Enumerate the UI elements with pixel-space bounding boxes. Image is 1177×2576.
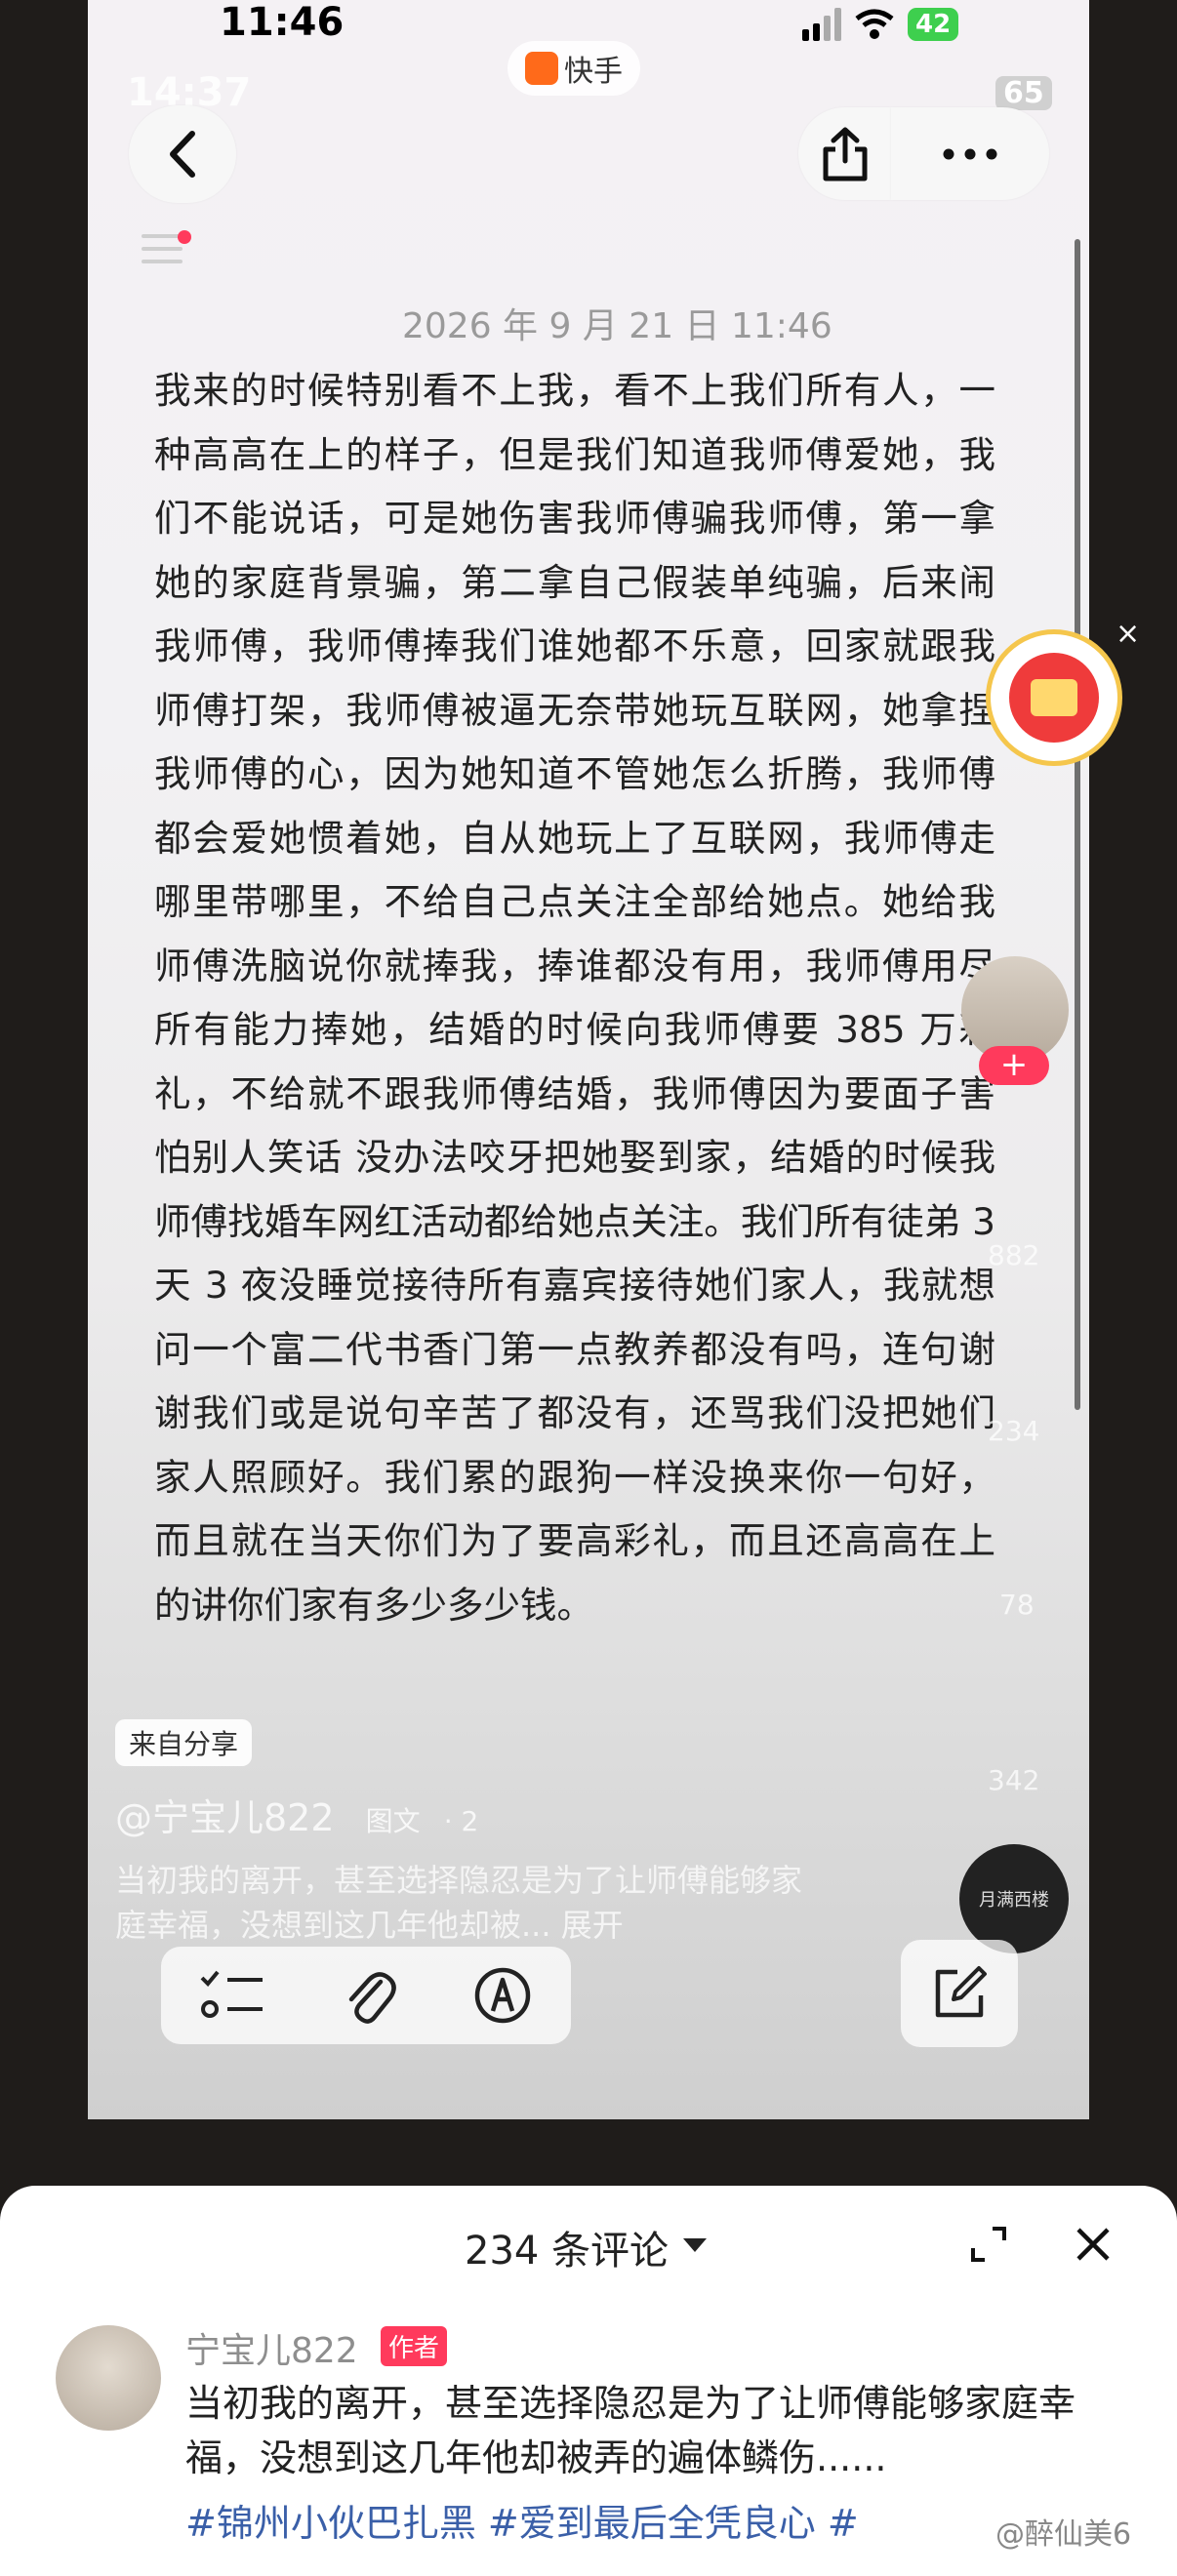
scrollbar[interactable]	[1075, 239, 1080, 1410]
share-count: 342	[988, 1764, 1040, 1796]
overlay-author-name: @宁宝儿822	[115, 1796, 335, 1839]
comment-count-side: 234	[988, 1415, 1040, 1447]
follow-button[interactable]: +	[979, 1046, 1049, 1085]
signal-icon	[802, 8, 841, 41]
comment-text: 当初我的离开，甚至选择隐忍是为了让师傅能够家庭幸福，没想到这几年他却被弄的遍体鳞…	[185, 2382, 1076, 2479]
share-button[interactable]	[798, 107, 891, 200]
kuaishou-mark-icon	[525, 52, 558, 85]
ghost-battery: 65	[995, 76, 1052, 110]
expand-icon[interactable]	[969, 2225, 1008, 2264]
source-tag: 来自分享	[115, 1719, 253, 1766]
share-icon	[823, 127, 867, 181]
post-type: 图文	[365, 1805, 421, 1837]
kuaishou-logo: 快手	[507, 41, 640, 96]
comment-sheet: 234 条评论 宁宝儿822 作者 当初我的离开，甚至选择隐忍是为了让师傅能够家…	[0, 2186, 1177, 2576]
chevron-left-icon	[170, 131, 195, 178]
red-packet-icon	[1009, 653, 1099, 743]
author-badge: 作者	[381, 2326, 448, 2366]
more-button[interactable]	[891, 107, 1049, 200]
markup-pen-icon[interactable]	[473, 1966, 532, 2025]
overlay-author[interactable]: @宁宝儿822 图文 · 2	[115, 1788, 478, 1841]
wifi-icon	[855, 9, 894, 39]
overlay-description[interactable]: 当初我的离开，甚至选择隐忍是为了让师傅能够家庭幸福，没想到这几年他却被... 展…	[115, 1858, 818, 1948]
status-icons: 42	[802, 8, 959, 41]
note-toolbar	[161, 1947, 571, 2044]
comment-header[interactable]: 234 条评论	[465, 2219, 669, 2275]
note-date: 2026 年 9 月 21 日 11:46	[402, 306, 832, 346]
comment-avatar[interactable]	[56, 2325, 161, 2431]
close-red-packet-icon[interactable]: ×	[1116, 617, 1140, 651]
compose-icon	[935, 1966, 987, 2018]
notification-dot	[178, 230, 191, 244]
menu-icon[interactable]	[142, 234, 183, 272]
checklist-icon[interactable]	[200, 1966, 264, 2025]
compose-button[interactable]	[901, 1940, 1018, 2047]
back-button[interactable]	[129, 105, 236, 203]
attachment-icon[interactable]	[342, 1964, 396, 2027]
image-count: · 2	[443, 1805, 479, 1837]
weibo-watermark: @醉仙美6	[995, 2517, 1132, 2552]
like-count: 882	[988, 1239, 1040, 1271]
status-time: 11:46	[220, 0, 345, 45]
comment-author-name[interactable]: 宁宝儿822	[185, 2322, 358, 2373]
music-disc[interactable]: 月满西楼	[959, 1844, 1069, 1953]
comment-hashtags[interactable]: #锦州小伙巴扎黑 #爱到最后全凭良心 #	[185, 2493, 859, 2547]
red-packet-button[interactable]	[986, 629, 1122, 766]
note-body: 我来的时候特别看不上我，看不上我们所有人，一种高高在上的样子，但是我们知道我师傅…	[154, 369, 995, 1627]
close-icon[interactable]	[1074, 2225, 1113, 2264]
sort-dropdown-icon[interactable]	[683, 2238, 707, 2252]
app-name: 快手	[564, 55, 623, 89]
more-dots-icon	[943, 148, 997, 159]
battery-indicator: 42	[908, 8, 959, 41]
star-count: 78	[999, 1589, 1035, 1621]
